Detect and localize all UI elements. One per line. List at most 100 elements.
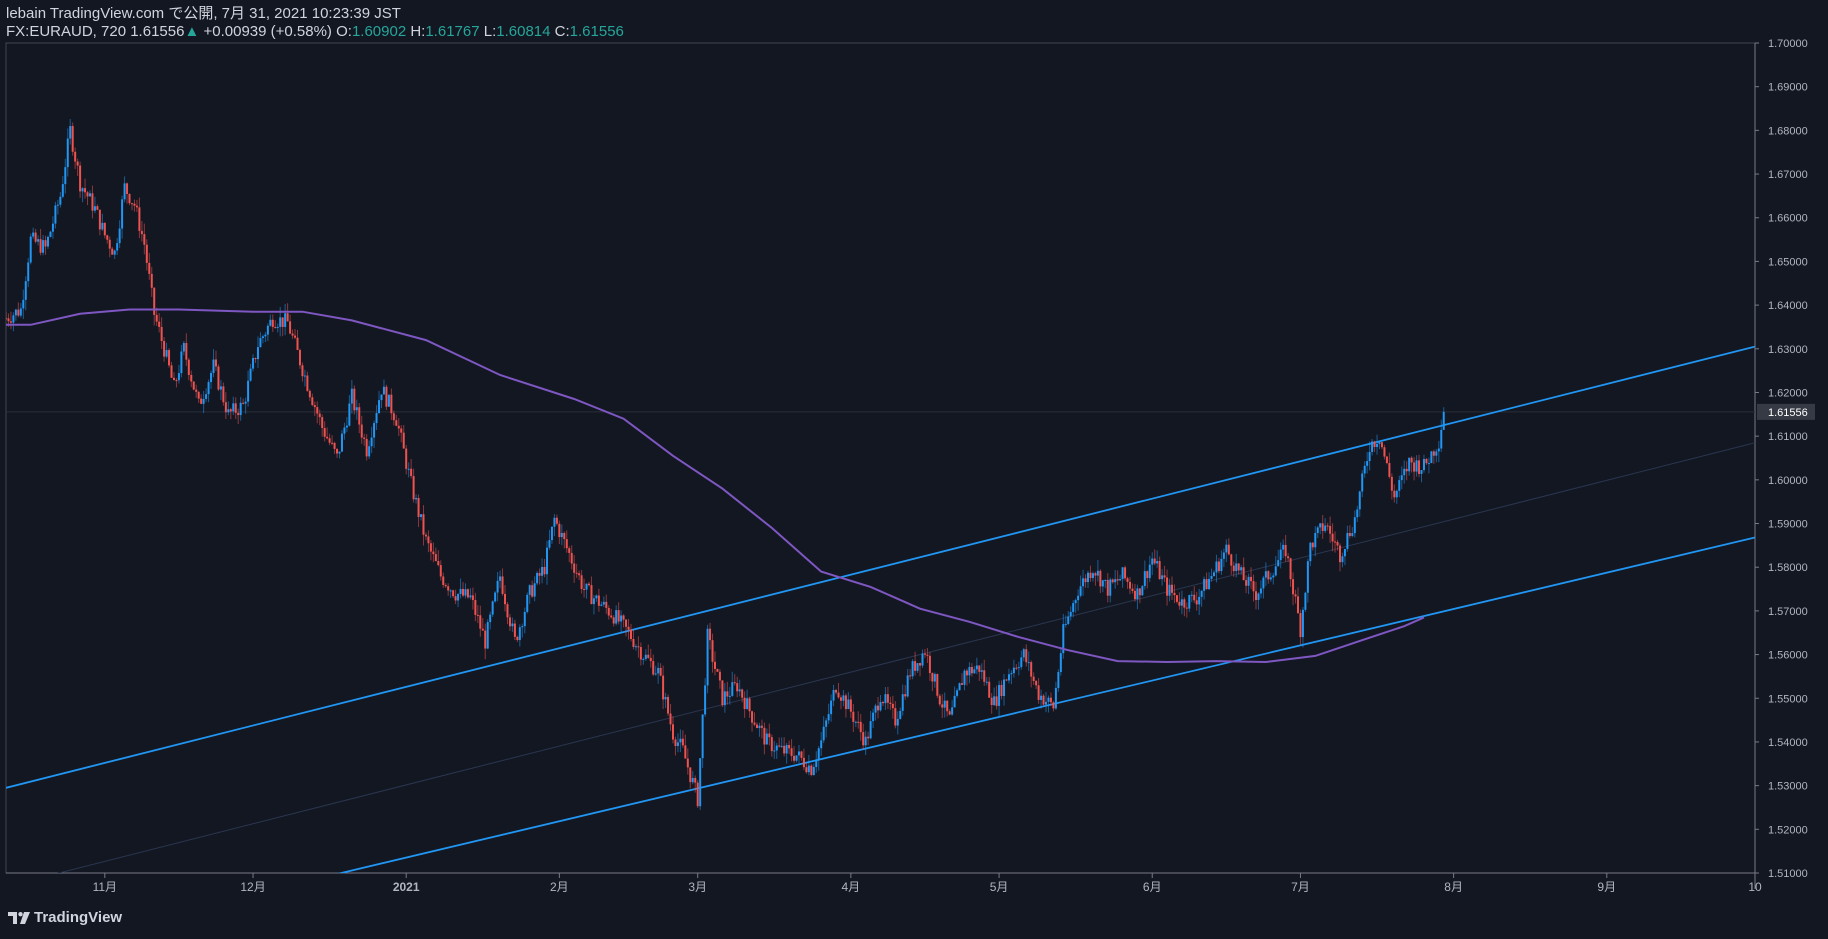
candle-body [390, 394, 393, 414]
candle-body [842, 695, 845, 701]
candle-body [1178, 601, 1181, 606]
candle-body [454, 596, 457, 601]
candle-body [928, 655, 931, 674]
candle-body [526, 594, 529, 612]
candle-body [145, 244, 148, 263]
candle-body [303, 375, 306, 377]
candle-body [835, 689, 838, 693]
candle-body [130, 203, 133, 205]
x-tick-label: 2021 [393, 880, 420, 894]
candle-body [830, 700, 833, 715]
candle-body [877, 705, 880, 711]
candle-body [775, 745, 778, 751]
candle-body [1175, 595, 1178, 602]
candle-body [521, 626, 524, 628]
candle-body [644, 654, 647, 659]
candle-body [1126, 578, 1129, 582]
candle-body [373, 423, 376, 438]
candle-body [1124, 567, 1127, 579]
candle-body [1161, 575, 1164, 580]
candle-body [983, 670, 986, 682]
candle-body [289, 321, 292, 334]
candle-body [1141, 586, 1144, 596]
candle-body [511, 623, 514, 627]
candle-body [207, 382, 210, 395]
candle-body [202, 398, 205, 404]
candle-body [84, 188, 87, 193]
candle-body [410, 468, 413, 477]
candle-body [1227, 544, 1230, 555]
candle-body [1363, 465, 1366, 474]
candle-body [543, 566, 546, 575]
candle-body [172, 377, 175, 381]
candle-body [546, 547, 549, 575]
candle-body [1393, 490, 1396, 498]
candle-body [1269, 577, 1272, 580]
candle-body [437, 561, 440, 566]
candle-body [622, 615, 625, 620]
candle-body [1440, 429, 1443, 449]
candle-body [343, 427, 346, 434]
candle-body [659, 667, 662, 676]
candle-body [133, 203, 136, 206]
candle-body [108, 239, 111, 249]
candle-body [1356, 509, 1359, 518]
candle-body [1254, 591, 1257, 600]
candle-body [513, 623, 516, 637]
candle-body [429, 543, 432, 552]
candle-body [1074, 600, 1077, 604]
candle-body [64, 167, 67, 185]
candle-body [550, 526, 553, 541]
candle-body [541, 566, 544, 576]
candle-body [1087, 572, 1090, 583]
candle-body [1171, 584, 1173, 593]
candle-body [1138, 588, 1141, 596]
candle-body [1309, 542, 1312, 562]
candle-body [815, 760, 818, 768]
candle-body [1077, 595, 1080, 601]
candle-body [417, 497, 420, 517]
candle-body [862, 732, 865, 746]
candle-body [276, 326, 279, 328]
candle-body [713, 661, 716, 669]
channel-line-upper [6, 345, 1755, 789]
candle-body [143, 234, 146, 245]
candle-body [27, 262, 30, 282]
candle-body [1259, 588, 1262, 594]
candle-body [649, 657, 652, 662]
candle-body [103, 222, 106, 236]
candle-body [229, 409, 232, 412]
tradingview-logo[interactable]: TradingView [8, 909, 122, 926]
candle-body [1143, 571, 1146, 587]
candle-body [14, 309, 17, 316]
candle-body [227, 409, 230, 413]
candle-body [891, 703, 894, 709]
candle-body [948, 711, 951, 715]
candle-body [42, 240, 45, 253]
candle-body [820, 740, 823, 749]
candle-body [904, 694, 907, 697]
candle-body [881, 701, 884, 704]
candle-body [1119, 578, 1122, 581]
candle-body [684, 745, 687, 759]
candle-body [765, 733, 768, 745]
candle-body [1173, 592, 1176, 596]
candle-body [271, 319, 274, 327]
candle-body [676, 742, 679, 746]
candle-body [1156, 561, 1159, 564]
y-tick-label: 1.59000 [1768, 519, 1808, 531]
y-tick-label: 1.57000 [1768, 606, 1808, 618]
candle-body [1030, 662, 1033, 677]
candle-body [1422, 458, 1425, 471]
candle-body [748, 698, 751, 712]
candle-body [138, 207, 141, 231]
candle-body [118, 228, 121, 244]
channel-line-middle [57, 442, 1755, 873]
candle-body [368, 446, 371, 457]
tradingview-logo-icon [8, 911, 30, 924]
candle-body [1015, 667, 1018, 669]
candle-body [116, 243, 119, 251]
candle-body [634, 646, 637, 648]
candle-body [442, 576, 445, 585]
price-chart[interactable]: 1.70000 1.69000 1.68000 1.67000 1.66000 1.650… [0, 0, 1828, 939]
